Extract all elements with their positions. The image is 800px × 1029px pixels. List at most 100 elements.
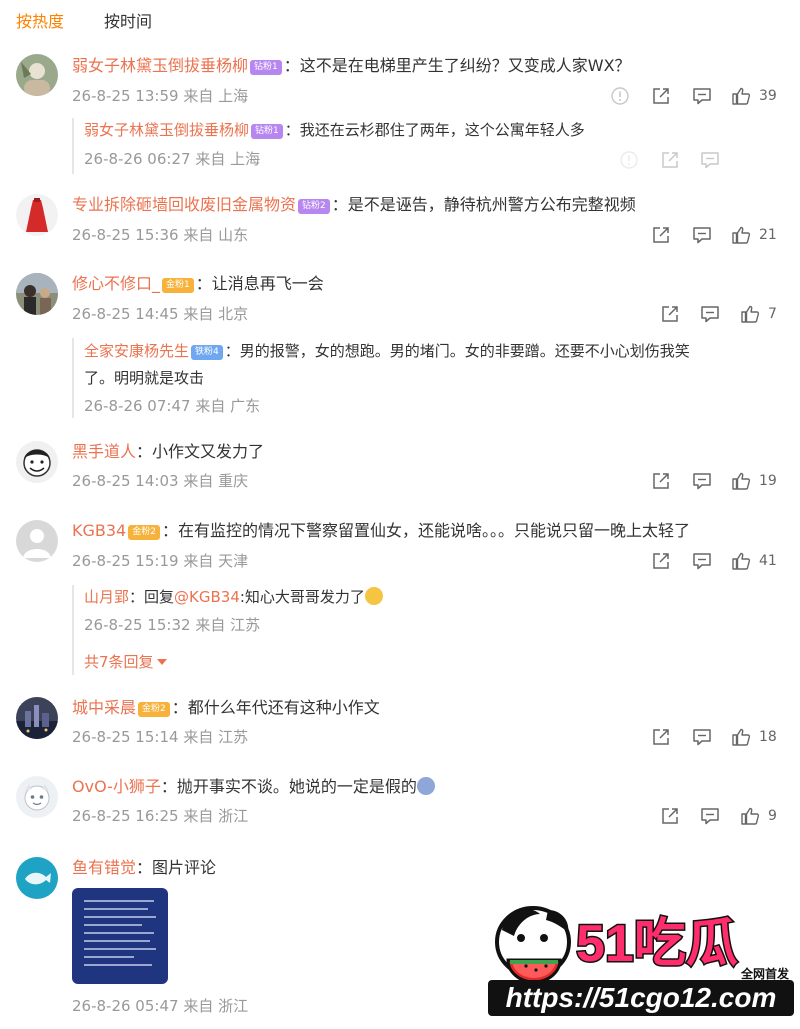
fan-badge: 钻粉1	[251, 124, 283, 139]
avatar[interactable]	[16, 273, 58, 315]
reply-meta: 26-8-26 07:47 来自 广东	[84, 396, 260, 416]
from-label: 来自	[195, 150, 226, 168]
comment-5: KGB34 金粉2 ：在有监控的情况下警察留置仙女，还能说啥。。。只能说只留一晚上太…	[72, 520, 690, 542]
comment-text: ：让消息再飞一会	[195, 274, 324, 293]
report-icon[interactable]	[610, 86, 630, 106]
location: 天津	[218, 552, 249, 570]
share-icon[interactable]	[660, 806, 680, 826]
username[interactable]: 城中采晨	[72, 698, 136, 717]
share-icon[interactable]	[651, 225, 671, 245]
reply-meta: 26-8-25 15:32 来自 江苏	[84, 615, 260, 635]
comment-text: ：小作文又发力了	[136, 442, 265, 461]
like-icon[interactable]	[731, 225, 751, 245]
from-label: 来自	[183, 807, 214, 825]
avatar[interactable]	[16, 520, 58, 562]
location: 上海	[218, 87, 249, 105]
reply-divider	[72, 338, 74, 418]
comment-3: 修心不修口_ 金粉1 ：让消息再飞一会	[72, 273, 324, 295]
avatar[interactable]	[16, 54, 58, 96]
location: 北京	[218, 305, 249, 323]
avatar[interactable]	[16, 697, 58, 739]
username[interactable]: 鱼有错觉	[72, 858, 136, 877]
comment-meta: 26-8-25 14:45 来自 北京	[72, 304, 248, 324]
like-icon[interactable]	[731, 727, 751, 747]
from-label: 来自	[183, 87, 214, 105]
location: 江苏	[230, 616, 261, 634]
share-icon[interactable]	[660, 150, 680, 170]
like-icon[interactable]	[731, 86, 751, 106]
share-icon[interactable]	[651, 86, 671, 106]
comment-image-thumbnail[interactable]	[72, 888, 168, 984]
like-count: 19	[759, 473, 777, 489]
username[interactable]: 修心不修口_	[72, 274, 160, 293]
reply-text: ：男的报警，女的想跑。男的堵门。女的非要蹭。还要不小心划伤我笑	[224, 342, 690, 360]
reply-text: ：我还在云杉郡住了两年，这个公寓年轻人多	[284, 121, 585, 139]
avatar[interactable]	[16, 776, 58, 818]
like-icon[interactable]	[731, 471, 751, 491]
mascot-logo-icon	[495, 906, 571, 984]
location: 浙江	[218, 997, 249, 1015]
watermark-url: https://51cgo12.com	[488, 980, 794, 1016]
location: 上海	[230, 150, 261, 168]
share-icon[interactable]	[651, 471, 671, 491]
share-icon[interactable]	[651, 551, 671, 571]
username[interactable]: 弱女子林黛玉倒拔垂杨柳	[72, 56, 248, 75]
comment-icon[interactable]	[692, 86, 712, 106]
comment-icon[interactable]	[700, 806, 720, 826]
like-count: 7	[768, 306, 777, 322]
comment-1: 弱女子林黛玉倒拔垂杨柳 钻粉1 ：这不是在电梯里产生了纠纷？又变成人家WX？	[72, 55, 631, 77]
timestamp: 26-8-25 15:36	[72, 226, 179, 244]
report-icon[interactable]	[619, 150, 639, 170]
reply-item: 山月郢：回复@KGB34:知心大哥哥发力了	[84, 586, 383, 608]
comment-4: 黑手道人：小作文又发力了	[72, 441, 264, 463]
like-icon[interactable]	[740, 806, 760, 826]
comment-icon[interactable]	[692, 551, 712, 571]
reply-item: 全家安康杨先生 铁粉4 ：男的报警，女的想跑。男的堵门。女的非要蹭。还要不小心划伤我…	[84, 340, 690, 362]
from-label: 来自	[183, 728, 214, 746]
username[interactable]: 专业拆除砸墙回收废旧金属物资	[72, 195, 296, 214]
username[interactable]: OvO-小狮子	[72, 777, 161, 796]
tab-hot[interactable]: 按热度	[16, 10, 64, 34]
comment-icon[interactable]	[700, 150, 720, 170]
username[interactable]: 山月郢	[84, 588, 129, 606]
location: 山东	[218, 226, 249, 244]
comment-icon[interactable]	[692, 225, 712, 245]
comment-meta: 26-8-25 14:03 来自 重庆	[72, 471, 248, 491]
timestamp: 26-8-25 15:19	[72, 552, 179, 570]
timestamp: 26-8-25 16:25	[72, 807, 179, 825]
like-icon[interactable]	[740, 304, 760, 324]
username[interactable]: 黑手道人	[72, 442, 136, 461]
avatar[interactable]	[16, 441, 58, 483]
from-label: 来自	[183, 552, 214, 570]
comment-text: ：这不是在电梯里产生了纠纷？又变成人家WX？	[283, 56, 631, 75]
mention-link[interactable]: @KGB34	[174, 588, 240, 606]
like-icon[interactable]	[731, 551, 751, 571]
reply-item: 弱女子林黛玉倒拔垂杨柳 钻粉1 ：我还在云杉郡住了两年，这个公寓年轻人多	[84, 119, 585, 141]
username[interactable]: 弱女子林黛玉倒拔垂杨柳	[84, 121, 249, 139]
comment-icon[interactable]	[692, 727, 712, 747]
username[interactable]: 全家安康杨先生	[84, 342, 189, 360]
avatar[interactable]	[16, 194, 58, 236]
from-label: 来自	[183, 472, 214, 490]
timestamp: 26-8-25 14:03	[72, 472, 179, 490]
like-count: 9	[768, 808, 777, 824]
comment-meta: 26-8-25 15:14 来自 江苏	[72, 727, 248, 747]
avatar[interactable]	[16, 857, 58, 899]
timestamp: 26-8-25 15:14	[72, 728, 179, 746]
more-replies-label: 共7条回复	[84, 653, 154, 671]
comment-7: OvO-小狮子：抛开事实不谈。她说的一定是假的	[72, 776, 435, 798]
comment-text: ：图片评论	[136, 858, 217, 877]
comment-icon[interactable]	[692, 471, 712, 491]
like-count: 21	[759, 227, 777, 243]
comment-icon[interactable]	[700, 304, 720, 324]
more-replies-link[interactable]: 共7条回复	[84, 652, 167, 672]
share-icon[interactable]	[651, 727, 671, 747]
reply-text-continued: 了。明明就是攻击	[84, 369, 205, 387]
username[interactable]: KGB34	[72, 521, 126, 540]
comment-meta: 26-8-25 16:25 来自 浙江	[72, 806, 248, 826]
share-icon[interactable]	[660, 304, 680, 324]
comment-text: ：在有监控的情况下警察留置仙女，还能说啥。。。只能说只留一晚上太轻了	[161, 521, 690, 540]
timestamp: 26-8-26 05:47	[72, 997, 179, 1015]
from-label: 来自	[183, 305, 214, 323]
tab-time[interactable]: 按时间	[104, 10, 152, 34]
